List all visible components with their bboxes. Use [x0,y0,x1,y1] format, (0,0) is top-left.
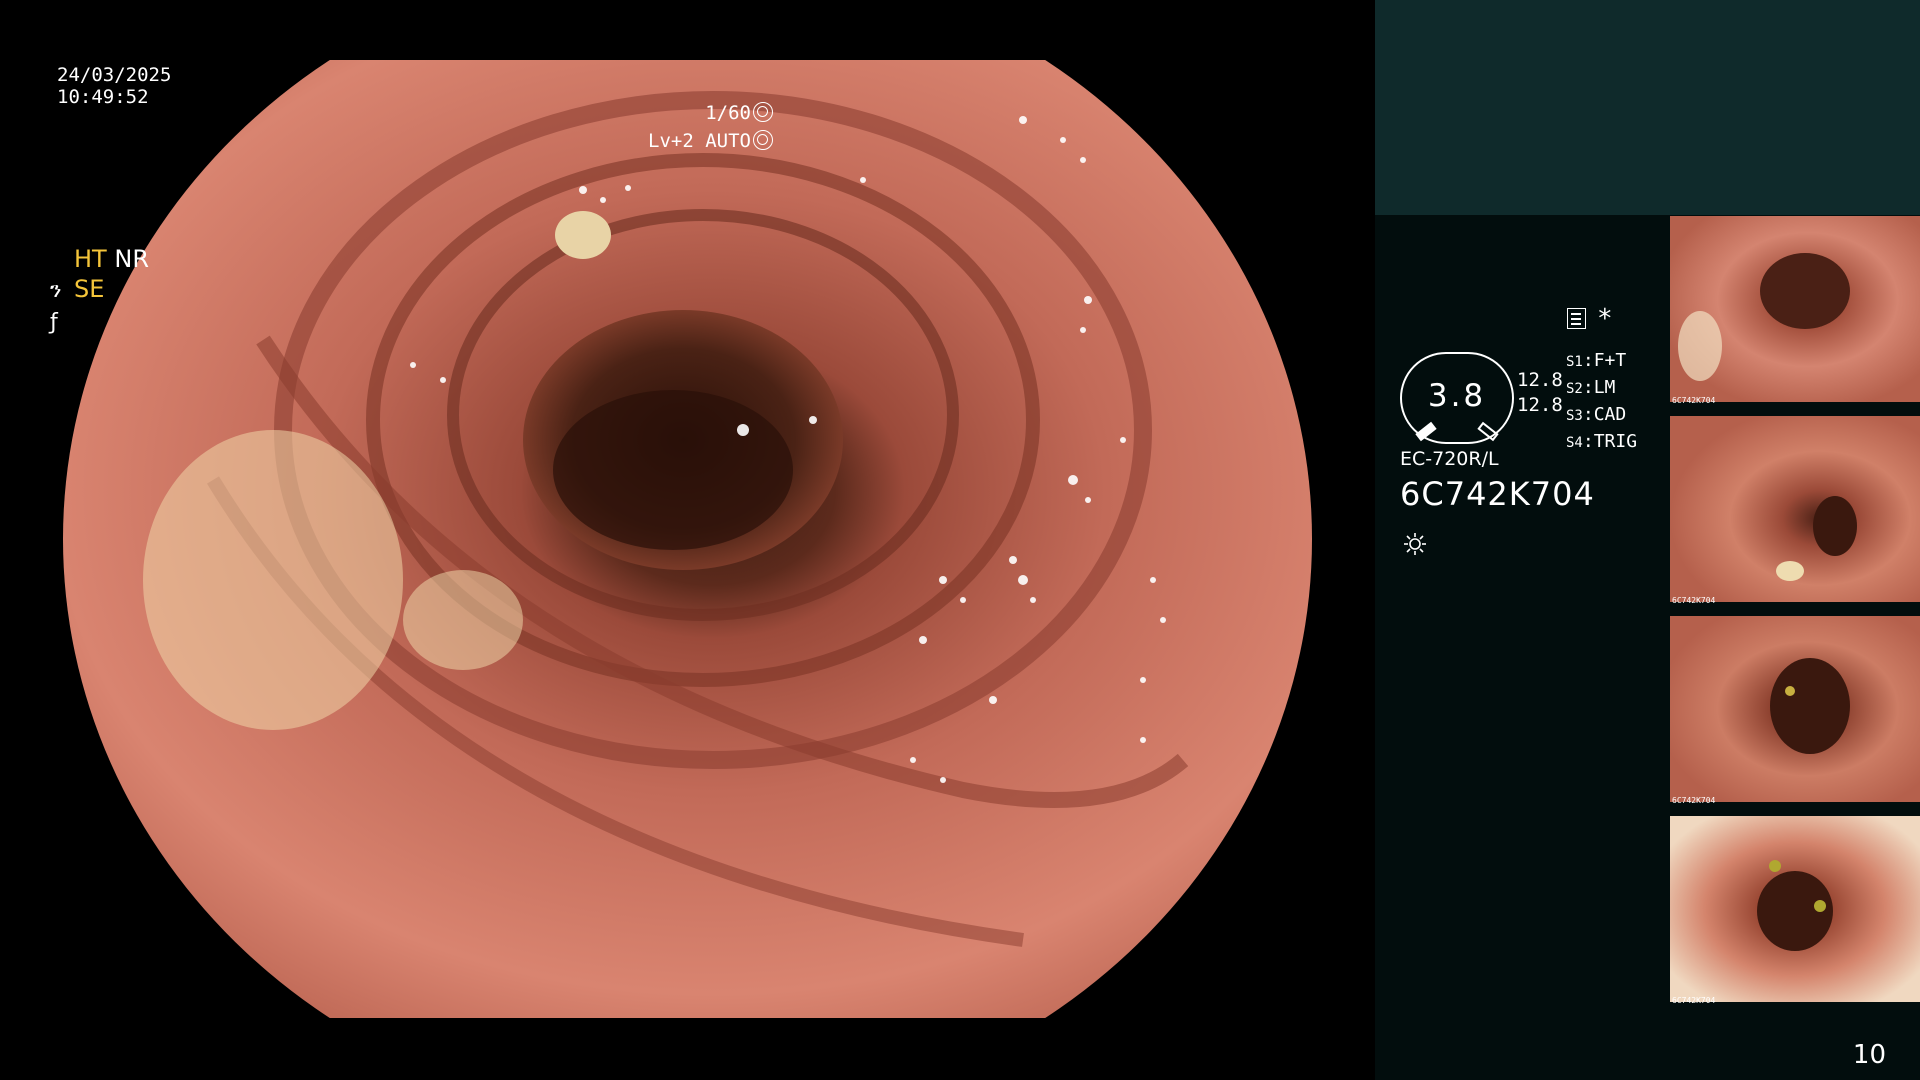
gauge-lower-value: 12.8 [1517,394,1563,416]
thumbnail-caption: 6C742K704 [1672,396,1716,405]
iris-icon [753,130,773,150]
thumbnail-strip: 6C742K704 6C742K704 6C742K704 6C742K704 [1670,216,1920,1016]
thumbnail-1[interactable]: 6C742K704 [1670,216,1920,416]
structure-icon: ን [50,278,62,303]
datetime-overlay: 24/03/2025 10:49:52 [57,64,171,108]
scope-model-text: EC-720R/L [1400,448,1499,470]
exposure-overlay: 1/60 Lv+2 AUTO [648,99,773,155]
settings-row: S2:LM [1566,377,1616,398]
thumbnail-4[interactable]: 6C742K704 [1670,816,1920,1016]
zoom-value: 3.8 [1427,378,1487,414]
settings-row: S4:TRIG [1566,431,1638,452]
gauge-upper-value: 12.8 [1517,369,1563,391]
shutter-icon [753,102,773,122]
switch-settings-list: S1:F+T S2:LM S3:CAD S4:TRIG [1566,348,1637,456]
gauge-left-marker [1415,421,1437,442]
panel-header-block [1375,0,1920,215]
settings-row: S3:CAD [1566,404,1627,425]
brightness-icon [1404,533,1426,555]
se-mode-label: SE [74,275,105,303]
asterisk-icon: * [1597,304,1613,334]
thumbnail-caption: 6C742K704 [1672,596,1716,605]
freeze-icon: ƒ [50,310,58,335]
mode-indicators: HT NR ን SE ƒ [50,244,149,338]
nr-mode-label: NR [114,245,149,273]
thumbnail-2[interactable]: 6C742K704 [1670,416,1920,616]
gauge-readouts: 12.8 12.8 [1517,368,1563,418]
thumbnail-image [1670,216,1920,402]
zoom-gauge: 3.8 [1400,352,1514,444]
thumbnail-image [1670,416,1920,602]
thumbnail-caption: 6C742K704 [1672,996,1716,1005]
time-text: 10:49:52 [57,86,149,108]
date-text: 24/03/2025 [57,64,172,86]
thumbnail-image [1670,816,1920,1002]
page-number: 10 [1852,1040,1886,1070]
thumbnail-3[interactable]: 6C742K704 [1670,616,1920,816]
endoscope-view-frame: 24/03/2025 10:49:52 1/60 Lv+2 AUTO [0,0,1375,1080]
memo-icon [1567,308,1586,329]
thumbnail-image [1670,616,1920,802]
shutter-text: 1/60 [705,102,751,124]
endoscopic-image [63,60,1312,1018]
settings-row: S1:F+T [1566,350,1627,371]
ht-mode-label: HT [74,245,107,273]
thumbnail-caption: 6C742K704 [1672,796,1716,805]
scope-serial-text: 6C742K704 [1400,475,1595,513]
level-text: Lv+2 AUTO [648,130,751,152]
colon-lumen-image [63,60,1312,1018]
